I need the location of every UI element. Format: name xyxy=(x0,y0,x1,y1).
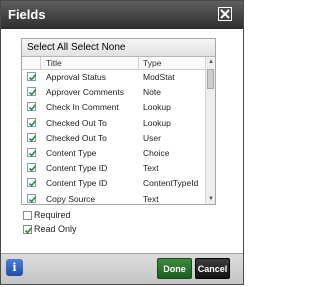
dialog-footer: i Done Cancel xyxy=(1,253,243,284)
selection-bar: Select All Select None xyxy=(22,39,215,57)
field-row[interactable]: Checked Out To User xyxy=(22,131,205,146)
field-row[interactable]: Copy Source Text xyxy=(22,192,205,205)
field-title: Checked Out To xyxy=(46,132,107,143)
done-button[interactable]: Done xyxy=(157,258,192,279)
dialog-title: Fields xyxy=(8,7,46,22)
field-title: Approver Comments xyxy=(46,87,124,98)
field-checkbox[interactable] xyxy=(27,117,37,127)
field-type: Note xyxy=(143,87,161,98)
field-title: Content Type ID xyxy=(46,178,108,189)
fields-panel: Select All Select None Title Type Approv… xyxy=(21,38,216,205)
column-divider xyxy=(40,57,41,69)
column-header-title[interactable]: Title xyxy=(46,58,62,68)
field-row[interactable]: Checked Out To Lookup xyxy=(22,116,205,131)
field-row[interactable]: Approval Status ModStat xyxy=(22,70,205,85)
scroll-up-icon[interactable]: ▲ xyxy=(207,58,215,66)
select-all-button[interactable]: Select All xyxy=(27,42,68,53)
field-checkbox[interactable] xyxy=(27,178,37,188)
field-type: Text xyxy=(143,163,159,174)
field-checkbox[interactable] xyxy=(27,193,37,203)
field-title: Content Type ID xyxy=(46,163,108,174)
field-row[interactable]: Content Type Choice xyxy=(22,146,205,161)
field-title: Check In Comment xyxy=(46,102,119,113)
field-checkbox[interactable] xyxy=(27,72,37,81)
fields-table-body: Approval Status ModStat Approver Comments N… xyxy=(22,70,205,205)
field-checkbox[interactable] xyxy=(27,163,37,173)
field-row[interactable]: Approver Comments Note xyxy=(22,85,205,100)
field-row[interactable]: Content Type ID Text xyxy=(22,161,205,176)
field-type: ModStat xyxy=(143,72,175,82)
field-type: Choice xyxy=(143,147,170,158)
select-none-button[interactable]: Select None xyxy=(71,42,125,53)
field-type: ContentTypeId xyxy=(143,178,199,189)
fields-table-header: Title Type xyxy=(22,57,205,70)
field-checkbox[interactable] xyxy=(27,87,37,97)
close-icon[interactable] xyxy=(218,7,232,21)
field-title: Checked Out To xyxy=(46,117,107,128)
column-divider xyxy=(138,57,139,69)
required-checkbox[interactable] xyxy=(23,211,32,220)
field-type: Text xyxy=(143,193,159,204)
field-checkbox[interactable] xyxy=(27,147,37,157)
column-header-type[interactable]: Type xyxy=(143,58,161,68)
field-type: Lookup xyxy=(143,102,171,113)
fields-dialog: Fields Select All Select None Title Type… xyxy=(0,0,244,285)
read-only-label: Read Only xyxy=(34,224,77,234)
info-icon[interactable]: i xyxy=(6,259,23,276)
field-checkbox[interactable] xyxy=(27,132,37,142)
cancel-button[interactable]: Cancel xyxy=(195,258,230,279)
required-label: Required xyxy=(34,210,71,220)
field-type: Lookup xyxy=(143,117,171,128)
field-title: Copy Source xyxy=(46,193,96,204)
field-title: Approval Status xyxy=(46,72,107,82)
field-type: User xyxy=(143,132,161,143)
read-only-checkbox[interactable] xyxy=(23,225,33,234)
field-row[interactable]: Content Type ID ContentTypeId xyxy=(22,176,205,191)
scrollbar-thumb[interactable] xyxy=(207,69,214,89)
field-checkbox[interactable] xyxy=(27,102,37,112)
vertical-scrollbar[interactable]: ▲ ▼ xyxy=(205,57,215,204)
field-row[interactable]: Check In Comment Lookup xyxy=(22,100,205,115)
field-title: Content Type xyxy=(46,147,97,158)
scroll-down-icon[interactable]: ▼ xyxy=(207,195,215,203)
dialog-titlebar: Fields xyxy=(1,1,243,29)
